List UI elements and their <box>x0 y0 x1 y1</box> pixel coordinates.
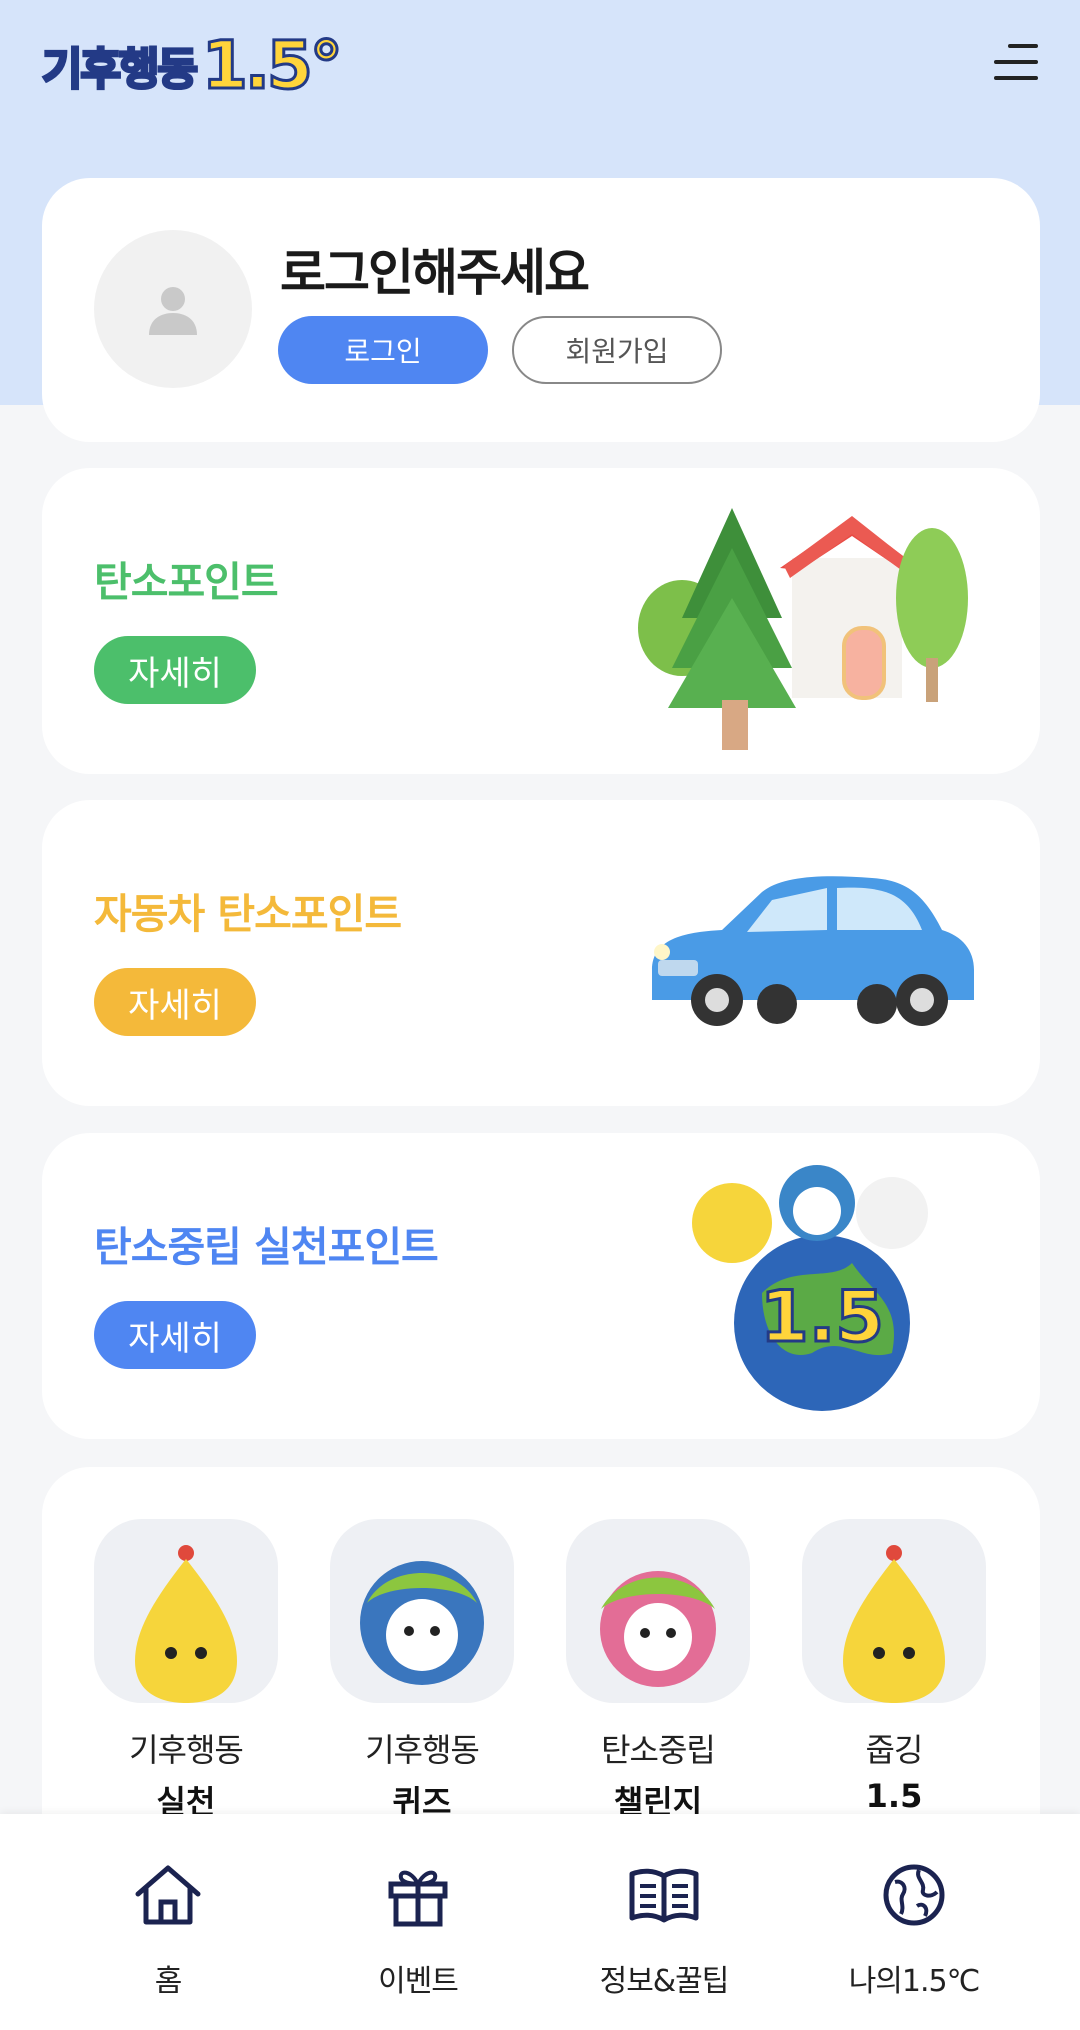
quick-item-practice-label: 기후행동 <box>129 1731 244 1769</box>
quick-item-plogging[interactable]: 줍깅 1.5 <box>802 1519 986 1815</box>
nav-my-climate[interactable]: 나의1.5℃ <box>814 1862 1014 2000</box>
bottom-navigation: 홈 이벤트 정보&꿀팁 나의1.5℃ <box>0 1814 1080 2030</box>
carbon-point-card[interactable]: 탄소포인트 자세히 <box>42 468 1040 774</box>
quick-menu-card: 기후행동 실천 기후행동 퀴즈 탄소중립 챌린지 줍깅 1.5 <box>42 1467 1040 1867</box>
home-icon <box>135 1865 201 1925</box>
nav-home[interactable]: 홈 <box>68 1862 268 2000</box>
login-button[interactable]: 로그인 <box>278 316 488 384</box>
nav-home-label: 홈 <box>154 1964 183 1999</box>
car-carbon-point-title: 자동차 탄소포인트 <box>94 890 402 938</box>
login-prompt: 로그인해주세요 <box>280 244 590 302</box>
logo-number: 1.5° <box>200 25 344 105</box>
yellow-mascot-waving-icon <box>802 1519 986 1703</box>
quick-item-plogging-sub: 1.5 <box>865 1777 923 1815</box>
carbon-neutral-point-detail-button[interactable]: 자세히 <box>94 1301 256 1369</box>
quick-item-quiz-label: 기후행동 <box>365 1731 480 1769</box>
quick-item-practice[interactable]: 기후행동 실천 <box>94 1519 278 1823</box>
hamburger-menu-icon[interactable] <box>990 38 1042 86</box>
globe-icon <box>883 1864 945 1926</box>
profile-card: 로그인해주세요 로그인 회원가입 <box>42 178 1040 442</box>
carbon-neutral-point-card[interactable]: 탄소중립 실천포인트 자세히 1.5 <box>42 1133 1040 1439</box>
avatar <box>94 230 252 388</box>
gift-icon <box>388 1870 448 1927</box>
quick-item-challenge-label: 탄소중립 <box>601 1731 716 1769</box>
carbon-point-detail-button[interactable]: 자세히 <box>94 636 256 704</box>
nav-event[interactable]: 이벤트 <box>318 1862 518 2000</box>
quick-item-challenge[interactable]: 탄소중립 챌린지 <box>566 1519 750 1823</box>
signup-button[interactable]: 회원가입 <box>512 316 722 384</box>
carbon-point-title: 탄소포인트 <box>94 558 279 606</box>
logo-text: 기후행동 <box>41 43 200 97</box>
climate-mascots-globe-illustration: 1.5 <box>692 1165 928 1411</box>
carbon-neutral-point-title: 탄소중립 실천포인트 <box>94 1223 439 1271</box>
car-carbon-point-card[interactable]: 자동차 탄소포인트 자세히 <box>42 800 1040 1106</box>
app-logo[interactable]: 기후행동 1.5° <box>41 25 345 105</box>
nav-my-climate-label: 나의1.5℃ <box>848 1964 981 1999</box>
car-carbon-point-detail-button[interactable]: 자세히 <box>94 968 256 1036</box>
book-icon <box>629 1868 699 1923</box>
blue-mascot-icon <box>330 1519 514 1703</box>
quick-item-plogging-label: 줍깅 <box>865 1731 924 1769</box>
quick-item-quiz[interactable]: 기후행동 퀴즈 <box>330 1519 514 1823</box>
nav-info-tips-label: 정보&꿀팁 <box>599 1964 730 1999</box>
nav-info-tips[interactable]: 정보&꿀팁 <box>564 1862 764 2000</box>
nav-event-label: 이벤트 <box>378 1964 459 1999</box>
pink-mascot-icon <box>566 1519 750 1703</box>
yellow-mascot-icon <box>94 1519 278 1703</box>
header: 기후행동 1.5° <box>0 0 1080 150</box>
house-trees-illustration <box>638 508 968 750</box>
svg-text:1.5: 1.5 <box>760 1276 884 1358</box>
user-placeholder-icon <box>149 287 197 335</box>
blue-car-illustration <box>652 876 974 1026</box>
